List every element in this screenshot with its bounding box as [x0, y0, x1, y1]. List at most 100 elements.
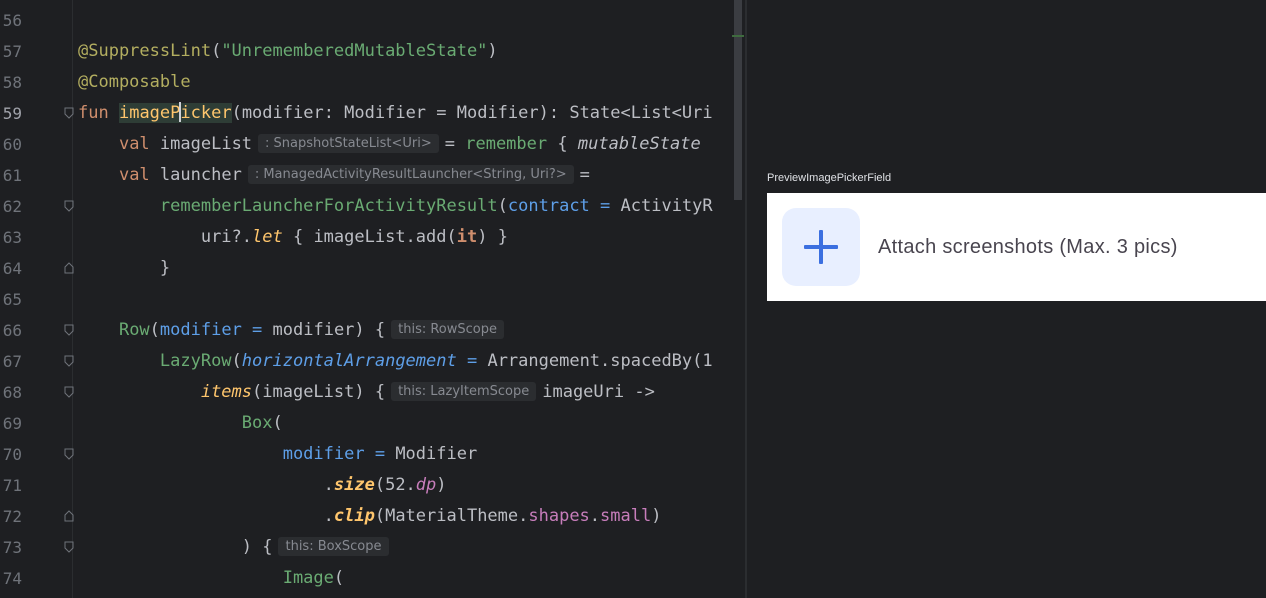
code-line-65[interactable]: 65 — [0, 284, 746, 315]
named-arg-token: contract — [507, 196, 590, 216]
fold-marker-icon[interactable] — [64, 510, 74, 522]
named-arg-token: modifier — [282, 444, 365, 464]
code-line-69[interactable]: 69 Box( — [0, 408, 746, 439]
code-line-64[interactable]: 64 } — [0, 253, 746, 284]
expression-token: Modifier — [395, 444, 478, 464]
scope-hint: this: RowScope — [391, 320, 504, 339]
code-editor[interactable]: 56 57 @SuppressLint("UnrememberedMutable… — [0, 0, 746, 598]
keyword-token: fun — [78, 103, 109, 123]
fold-marker-icon[interactable] — [64, 324, 74, 336]
expression-token: (52. — [374, 475, 416, 495]
expression-token: uri?. — [200, 227, 253, 247]
line-number: 62 — [2, 197, 22, 216]
attach-button[interactable] — [782, 208, 860, 286]
scope-hint: this: LazyItemScope — [391, 382, 537, 401]
call-token: remember — [465, 134, 548, 154]
annotation-token: @SuppressLint — [78, 41, 212, 61]
operator-token: = — [456, 351, 488, 371]
keyword-token: it — [456, 227, 478, 247]
type-hint: : SnapshotStateList<Uri> — [258, 134, 439, 153]
call-token: Image — [282, 568, 334, 588]
property-token: dp — [415, 475, 437, 495]
brace-token: { — [557, 134, 568, 154]
keyword-token: val — [118, 165, 150, 185]
fold-marker-icon[interactable] — [64, 262, 74, 274]
fold-marker-icon[interactable] — [64, 386, 74, 398]
signature-token: (modifier: Modifier = Modifier): State<L… — [231, 103, 713, 123]
operator-token: = — [241, 320, 273, 340]
line-number: 72 — [2, 507, 22, 526]
line-number: 68 — [2, 383, 22, 402]
code-line-59[interactable]: 59 fun imagePicker(modifier: Modifier = … — [0, 98, 746, 129]
variable-token: imageList — [159, 134, 253, 154]
code-line-66[interactable]: 66 Row(modifier = modifier) {this: RowSc… — [0, 315, 746, 346]
type-hint: : ManagedActivityResultLauncher<String, … — [247, 165, 574, 184]
paren-token: ( — [272, 413, 283, 433]
fold-marker-icon[interactable] — [64, 200, 74, 212]
operator-token: = — [579, 165, 590, 185]
preview-render[interactable]: Attach screenshots (Max. 3 pics) — [767, 193, 1266, 301]
code-line-60[interactable]: 60 val imageList: SnapshotStateList<Uri>… — [0, 129, 746, 160]
keyword-token: val — [118, 134, 150, 154]
line-number: 61 — [2, 166, 22, 185]
dot-token: . — [323, 506, 334, 526]
fold-marker-icon[interactable] — [64, 355, 74, 367]
code-line-58[interactable]: 58 @Composable — [0, 67, 746, 98]
line-number: 57 — [2, 42, 22, 61]
compose-preview-panel: PreviewImagePickerField Attach screensho… — [747, 0, 1266, 598]
line-number: 59 — [2, 104, 22, 123]
fold-marker-icon[interactable] — [64, 448, 74, 460]
expression-token: (imageList) { — [252, 382, 386, 402]
code-line-70[interactable]: 70 modifier = Modifier — [0, 439, 746, 470]
paren-token: ) — [487, 41, 498, 61]
lambda-param-token: imageUri -> — [542, 382, 655, 402]
line-number: 67 — [2, 352, 22, 371]
code-line-61[interactable]: 61 val launcher: ManagedActivityResultLa… — [0, 160, 746, 191]
fold-marker-icon[interactable] — [64, 541, 74, 553]
paren-token: ) — [436, 475, 447, 495]
expression-token: ActivityR — [620, 196, 713, 216]
code-line-57[interactable]: 57 @SuppressLint("UnrememberedMutableSta… — [0, 36, 746, 67]
function-name-token: imagePicker — [118, 102, 232, 123]
expression-token: (MaterialTheme. — [374, 506, 529, 526]
paren-token: ( — [211, 41, 222, 61]
named-arg-token: horizontalArrangement — [241, 351, 457, 371]
code-line-68[interactable]: 68 items(imageList) {this: LazyItemScope… — [0, 377, 746, 408]
call-token: LazyRow — [159, 351, 232, 371]
property-token: small — [600, 506, 652, 526]
attach-label: Attach screenshots (Max. 3 pics) — [878, 236, 1178, 258]
line-number: 58 — [2, 73, 22, 92]
operator-token: = — [589, 196, 621, 216]
expression-token: Arrangement.spacedBy(1 — [487, 351, 713, 371]
code-line-63[interactable]: 63 uri?.let { imageList.add(it) } — [0, 222, 746, 253]
call-token: rememberLauncherForActivityResult — [159, 196, 498, 216]
expression-token: ) } — [477, 227, 508, 247]
call-token: Row — [118, 320, 150, 340]
expression-token: { imageList.add( — [282, 227, 457, 247]
editor-scrollbar[interactable] — [734, 0, 742, 200]
paren-token: ( — [149, 320, 160, 340]
line-number: 70 — [2, 445, 22, 464]
code-line-73[interactable]: 73 ) {this: BoxScope — [0, 532, 746, 563]
code-line-72[interactable]: 72 .clip(MaterialTheme.shapes.small) — [0, 501, 746, 532]
code-line-74[interactable]: 74 Image( — [0, 563, 746, 594]
brace-token: } — [159, 258, 171, 278]
line-number: 65 — [2, 290, 22, 309]
fold-marker-icon[interactable] — [64, 107, 74, 119]
brace-token: ) { — [241, 537, 273, 557]
call-token: clip — [333, 506, 375, 526]
line-number: 74 — [2, 569, 22, 588]
dot-token: . — [589, 506, 601, 526]
code-line-56[interactable]: 56 — [0, 5, 746, 36]
named-arg-token: modifier — [159, 320, 242, 340]
line-number: 56 — [2, 11, 22, 30]
line-number: 71 — [2, 476, 22, 495]
operator-token: = — [364, 444, 396, 464]
code-line-67[interactable]: 67 LazyRow(horizontalArrangement = Arran… — [0, 346, 746, 377]
preview-title[interactable]: PreviewImagePickerField — [767, 172, 891, 184]
string-token: "UnrememberedMutableState" — [221, 41, 488, 61]
code-line-62[interactable]: 62 rememberLauncherForActivityResult(con… — [0, 191, 746, 222]
code-line-71[interactable]: 71 .size(52.dp) — [0, 470, 746, 501]
line-number: 64 — [2, 259, 22, 278]
call-token: Box — [241, 413, 273, 433]
